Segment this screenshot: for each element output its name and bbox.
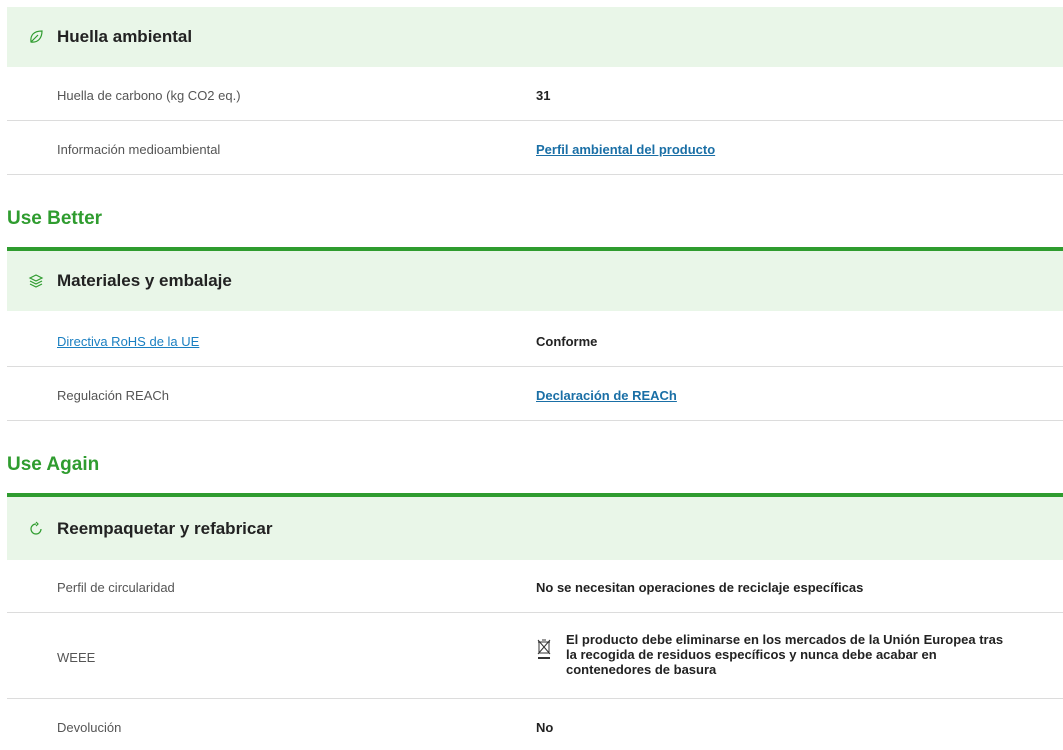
row-label: Regulación REACh — [57, 388, 170, 403]
environmental-profile-link[interactable]: Perfil ambiental del producto — [536, 142, 715, 157]
table-row: Devolución No — [7, 699, 1063, 750]
row-label: Perfil de circularidad — [57, 580, 175, 595]
table-row: Directiva RoHS de la UE Conforme — [7, 313, 1063, 367]
layers-icon — [27, 272, 45, 290]
rohs-directive-link[interactable]: Directiva RoHS de la UE — [57, 334, 199, 349]
section-header-reuse: Reempaquetar y refabricar — [7, 497, 1063, 560]
row-label: Huella de carbono (kg CO2 eq.) — [57, 88, 241, 103]
weee-value: El producto debe eliminarse en los merca… — [536, 632, 1016, 677]
table-row: Perfil de circularidad No se necesitan o… — [7, 560, 1063, 613]
section-title: Reempaquetar y refabricar — [57, 518, 273, 538]
row-label: WEEE — [57, 650, 96, 665]
section-header-footprint: Huella ambiental — [7, 7, 1063, 67]
row-value: Conforme — [536, 334, 598, 349]
table-row: Huella de carbono (kg CO2 eq.) 31 — [7, 67, 1063, 121]
section-title: Huella ambiental — [57, 27, 193, 46]
reach-declaration-link[interactable]: Declaración de REACh — [536, 388, 677, 403]
section-title: Materiales y embalaje — [57, 271, 232, 290]
row-label: Devolución — [57, 720, 122, 735]
row-value: No — [536, 720, 554, 735]
group-title-use-better: Use Better — [7, 208, 103, 229]
row-label: Información medioambiental — [57, 142, 221, 157]
refresh-icon — [27, 520, 45, 538]
section-header-materials: Materiales y embalaje — [7, 251, 1063, 311]
row-value: No se necesitan operaciones de reciclaje… — [536, 580, 864, 595]
group-title-use-again: Use Again — [7, 454, 100, 475]
table-row: WEEE El producto debe eliminarse en los … — [7, 613, 1063, 699]
weee-text: El producto debe eliminarse en los merca… — [566, 632, 1004, 677]
row-value: 31 — [536, 88, 551, 103]
crossed-bin-icon — [536, 638, 554, 660]
table-row: Regulación REACh Declaración de REACh — [7, 367, 1063, 421]
leaf-icon — [27, 28, 45, 46]
table-row: Información medioambiental Perfil ambien… — [7, 121, 1063, 175]
